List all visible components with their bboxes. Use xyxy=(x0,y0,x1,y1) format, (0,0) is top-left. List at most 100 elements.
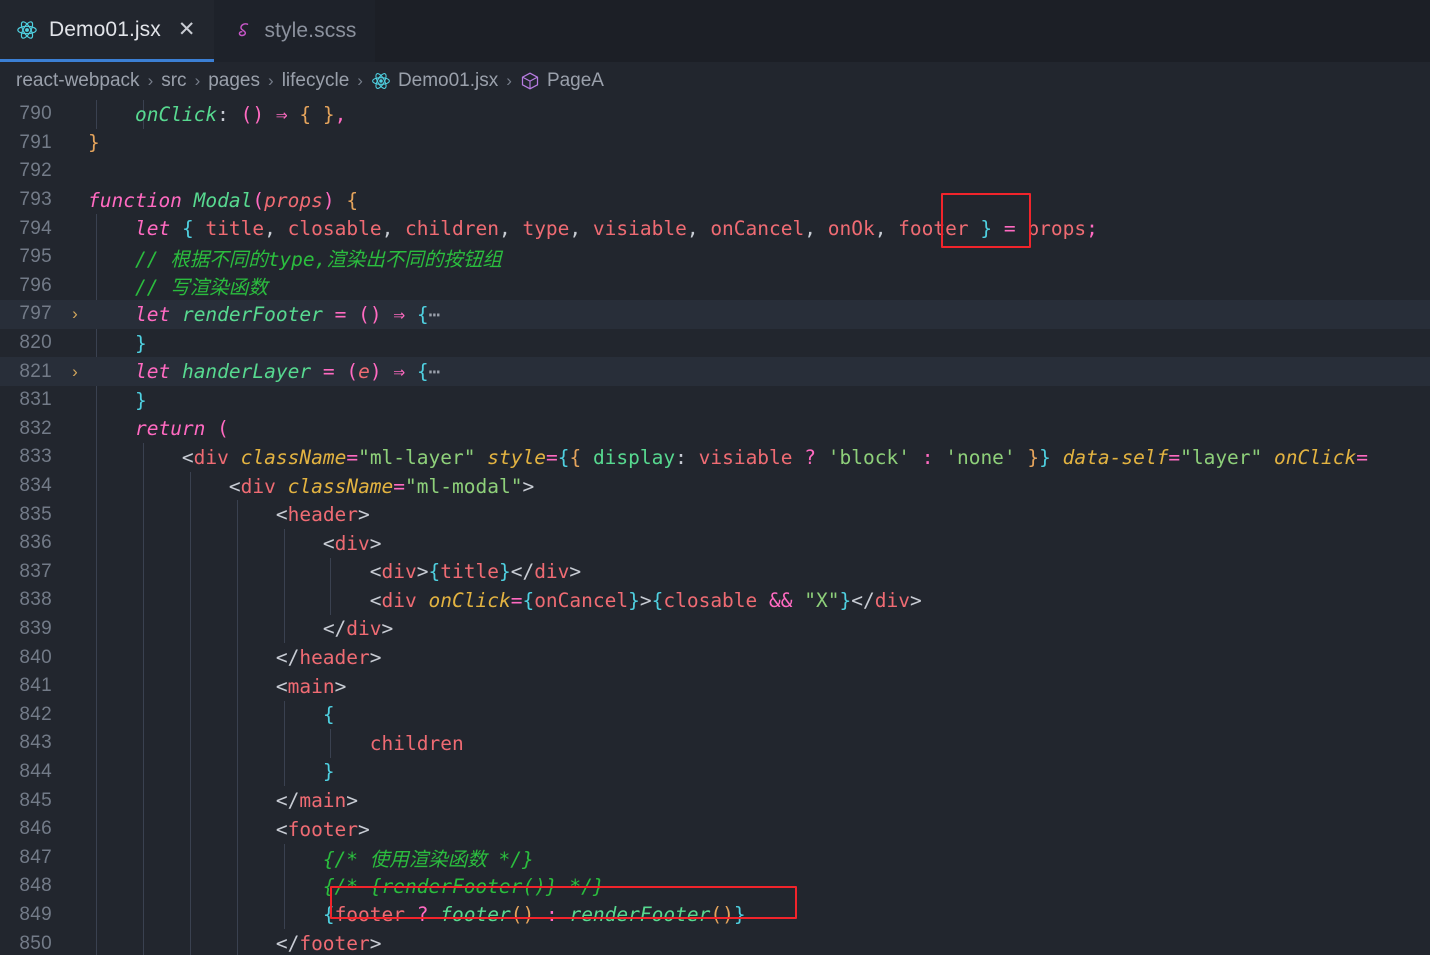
token-dots: ⋯ xyxy=(428,302,441,326)
token-plain: </ xyxy=(275,932,300,955)
code-line[interactable]: 847 {/* 使用渲染函数 */} xyxy=(0,843,1430,872)
code-line[interactable]: 843 children xyxy=(0,729,1430,758)
token-punc: : xyxy=(921,445,934,469)
tab-label: style.scss xyxy=(264,19,357,42)
code-line[interactable]: 845 </main> xyxy=(0,786,1430,815)
token-plain: > xyxy=(369,932,382,955)
token-plain: > xyxy=(909,588,922,612)
breadcrumb-item-pages[interactable]: pages xyxy=(208,70,260,92)
line-number: 796 xyxy=(19,274,52,296)
tab-demo01-jsx[interactable]: Demo01.jsx ✕ xyxy=(0,0,214,62)
token-plain: , xyxy=(804,217,828,241)
code-line[interactable]: 850 </footer> xyxy=(0,929,1430,955)
code-line[interactable]: 839 </div> xyxy=(0,615,1430,644)
sass-icon xyxy=(230,19,254,43)
token-punc: ) xyxy=(322,188,335,212)
code-line[interactable]: 846 <footer> xyxy=(0,815,1430,844)
breadcrumb-item-lifecycle[interactable]: lifecycle xyxy=(282,70,350,92)
breadcrumb-item-src[interactable]: src xyxy=(161,70,186,92)
code-line[interactable]: 836 <div> xyxy=(0,529,1430,558)
code-line[interactable]: 844 } xyxy=(0,758,1430,787)
token-attr: className xyxy=(240,445,347,469)
token-brace: } xyxy=(88,131,100,155)
code-text: let renderFooter = () ⇒ {⋯ xyxy=(88,303,440,326)
token-fnI: renderFooter xyxy=(569,903,711,927)
token-key: return xyxy=(134,417,206,441)
breadcrumb-label: PageA xyxy=(546,70,604,91)
token-punc: ⇒ xyxy=(393,360,406,384)
code-line[interactable]: 831 } xyxy=(0,386,1430,415)
token-brace2: { xyxy=(322,903,335,927)
code-line[interactable]: 832 return ( xyxy=(0,415,1430,444)
code-line[interactable]: 821 › let handerLayer = (e) ⇒ {⋯ xyxy=(0,357,1430,386)
line-number: 797 xyxy=(19,303,52,325)
token-var: children xyxy=(369,731,464,755)
code-line[interactable]: 796 // 写渲染函数 xyxy=(0,272,1430,301)
code-line[interactable]: 792 xyxy=(0,157,1430,186)
code-line[interactable]: 849 {footer ? footer() : renderFooter()} xyxy=(0,901,1430,930)
token-punc: : xyxy=(545,903,558,927)
token-brace: () xyxy=(510,903,535,927)
code-line[interactable]: 835 <header> xyxy=(0,500,1430,529)
code-line[interactable]: 820 } xyxy=(0,329,1430,358)
line-number: 849 xyxy=(19,903,52,925)
token-punc: ; xyxy=(1086,217,1098,241)
code-line[interactable]: 833 <div className="ml-layer" style={{ d… xyxy=(0,443,1430,472)
token-plain: > xyxy=(381,617,394,641)
code-line[interactable]: 797 › let renderFooter = () ⇒ {⋯ xyxy=(0,300,1430,329)
react-icon xyxy=(371,71,391,91)
token-key: let xyxy=(134,217,171,241)
line-number: 821 xyxy=(19,360,52,382)
breadcrumb-item-demo01-jsx[interactable]: Demo01.jsx xyxy=(371,70,498,92)
code-line[interactable]: 834 <div className="ml-modal"> xyxy=(0,472,1430,501)
code-line[interactable]: 837 <div>{title}</div> xyxy=(0,558,1430,587)
breadcrumb-item-pagea[interactable]: PageA xyxy=(520,70,604,92)
token-punc: () xyxy=(240,102,265,126)
code-text: let { title, closable, children, type, v… xyxy=(88,217,1098,240)
code-line[interactable]: 841 <main> xyxy=(0,672,1430,701)
code-line[interactable]: 842 { xyxy=(0,700,1430,729)
code-lines-container: 790 onClick: () ⇒ { }, 791} 792 793 function… xyxy=(0,100,1430,955)
line-number: 848 xyxy=(19,875,52,897)
line-number: 836 xyxy=(19,532,52,554)
code-line[interactable]: 840 </header> xyxy=(0,643,1430,672)
fold-chevron-icon[interactable]: › xyxy=(62,362,88,382)
code-text: {/* 使用渲染函数 */} xyxy=(88,843,534,872)
code-text: return ( xyxy=(88,417,229,440)
token-plain: < xyxy=(275,674,288,698)
tab-style-scss[interactable]: style.scss xyxy=(213,0,375,62)
code-line[interactable]: 848 {/* {renderFooter()} */} xyxy=(0,872,1430,901)
token-plain: </ xyxy=(322,617,347,641)
token-key: function xyxy=(88,188,182,212)
code-line[interactable]: 790 onClick: () ⇒ { }, xyxy=(0,100,1430,129)
token-tag: div xyxy=(534,560,570,584)
code-line[interactable]: 838 <div onClick={onCancel}>{closable &&… xyxy=(0,586,1430,615)
code-editor[interactable]: 790 onClick: () ⇒ { }, 791} 792 793 function… xyxy=(0,100,1430,955)
line-number: 832 xyxy=(19,417,52,439)
breadcrumb-item-react-webpack[interactable]: react-webpack xyxy=(16,70,140,92)
token-var: visiable xyxy=(592,217,687,241)
code-line[interactable]: 791} xyxy=(0,129,1430,158)
token-punc: ? xyxy=(804,445,817,469)
code-text: } xyxy=(88,760,335,783)
code-text: <div>{title}</div> xyxy=(88,560,581,583)
fold-chevron-icon[interactable]: › xyxy=(62,304,88,324)
close-icon[interactable]: ✕ xyxy=(178,19,196,40)
code-text: children xyxy=(88,732,464,755)
token-plain: , xyxy=(381,217,406,241)
code-line[interactable]: 793 function Modal(props) { xyxy=(0,186,1430,215)
token-var: onCancel xyxy=(710,217,805,241)
token-brace2: } xyxy=(134,388,147,412)
code-line[interactable]: 794 let { title, closable, children, typ… xyxy=(0,214,1430,243)
code-line[interactable]: 795 // 根据不同的type,渲染出不同的按钮组 xyxy=(0,243,1430,272)
token-plain: < xyxy=(275,503,288,527)
token-punc: , xyxy=(334,102,347,126)
